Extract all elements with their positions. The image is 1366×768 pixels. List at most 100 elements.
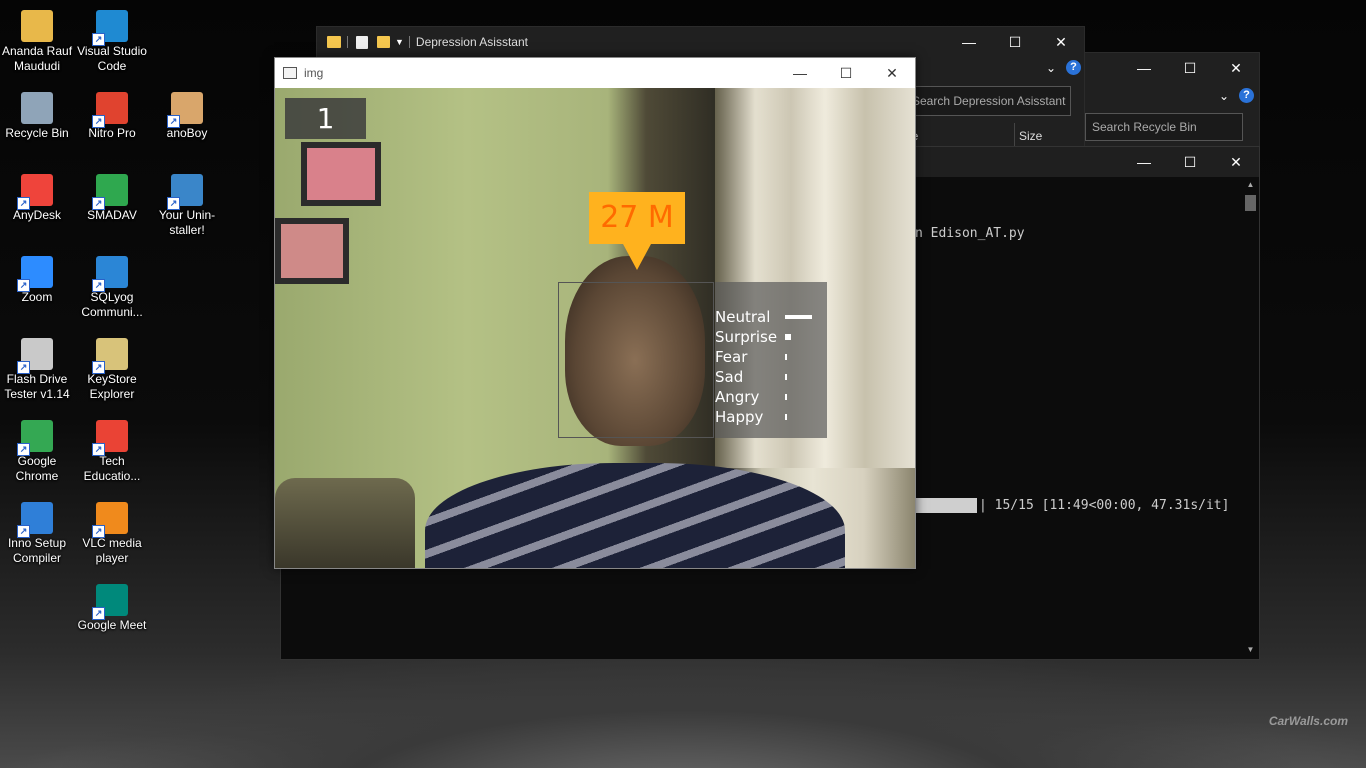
ribbon-expand-chevron-icon[interactable]: ⌄ xyxy=(1046,61,1056,75)
emotion-bar xyxy=(785,374,787,380)
sofa xyxy=(275,478,415,568)
folder-icon xyxy=(327,36,341,48)
desktop-icon[interactable]: ↗ Zoom xyxy=(0,256,74,305)
minimize-button[interactable]: — xyxy=(777,58,823,88)
desktop-icon-label: Google Chrome xyxy=(15,454,59,483)
toolbar-separator xyxy=(347,36,348,48)
desktop-icon[interactable]: Recycle Bin xyxy=(0,92,74,141)
progress-bar xyxy=(915,498,977,513)
properties-icon[interactable] xyxy=(356,35,368,49)
search-placeholder: Search Depression Asisstant xyxy=(912,94,1066,108)
desktop-icon-label: Your Unin-staller! xyxy=(158,208,216,237)
close-button[interactable]: ✕ xyxy=(1213,53,1259,83)
maximize-button[interactable]: ☐ xyxy=(1167,147,1213,177)
smadav-icon: ↗ xyxy=(92,174,128,210)
desktop-icon[interactable]: Ananda Rauf Maududi xyxy=(0,10,74,74)
desktop-icon[interactable]: ↗ VLC media player xyxy=(75,502,149,566)
desktop-icon[interactable]: ↗ Visual Studio Code xyxy=(75,10,149,74)
emotion-label: Surprise xyxy=(715,328,778,346)
desktop-icon[interactable]: ↗ Tech Educatio... xyxy=(75,420,149,484)
desktop-icon-label: Recycle Bin xyxy=(5,126,69,140)
desktop-icon[interactable]: ↗ anoBoy xyxy=(150,92,224,141)
desktop-icon[interactable]: ↗ Flash Drive Tester v1.14 xyxy=(0,338,74,402)
vscode-icon: ↗ xyxy=(92,10,128,46)
close-button[interactable]: ✕ xyxy=(1038,27,1084,57)
age-gender-label: 27 M xyxy=(589,192,685,244)
window-title: img xyxy=(304,65,324,80)
search-placeholder: Search Recycle Bin xyxy=(1092,120,1197,134)
desktop-icon[interactable]: ↗ Inno Setup Compiler xyxy=(0,502,74,566)
scroll-up-arrow-icon[interactable]: ▲ xyxy=(1242,177,1259,193)
desktop-icon-label: Ananda Rauf Maududi xyxy=(1,44,73,73)
desktop-icon[interactable]: ↗ KeyStore Explorer xyxy=(75,338,149,402)
desktop-icon-label: Google Meet xyxy=(77,618,147,632)
new-folder-icon[interactable] xyxy=(377,36,390,48)
zoom-icon: ↗ xyxy=(17,256,53,292)
shortcut-arrow-icon: ↗ xyxy=(17,443,30,456)
console-line: n Edison_AT.py xyxy=(915,226,1025,241)
emotion-label: Angry xyxy=(715,388,760,406)
help-icon[interactable]: ? xyxy=(1239,88,1254,103)
desktop-icon-label: Zoom xyxy=(21,290,53,304)
emotion-label: Neutral xyxy=(715,308,771,326)
shortcut-arrow-icon: ↗ xyxy=(17,197,30,210)
desktop-icon[interactable]: ↗ SQLyog Communi... xyxy=(75,256,149,320)
vlc-icon: ↗ xyxy=(92,502,128,538)
explorer-search-input[interactable]: Search Depression Asisstant xyxy=(905,86,1071,116)
desktop-icon-label: anoBoy xyxy=(166,126,208,140)
desktop-icon-label: VLC media player xyxy=(82,536,142,565)
wall-picture-frame xyxy=(275,218,349,284)
scrollbar-thumb[interactable] xyxy=(1245,195,1256,211)
desktop-icon-label: Nitro Pro xyxy=(88,126,136,140)
desktop-icon[interactable]: ↗ Your Unin-staller! xyxy=(150,174,224,238)
desktop-icon[interactable]: ↗ SMADAV xyxy=(75,174,149,223)
recycle-bin-search-input[interactable]: Search Recycle Bin xyxy=(1085,113,1243,141)
flash-drive-icon: ↗ xyxy=(17,338,53,374)
watermark: CarWalls.com xyxy=(1268,714,1348,728)
emotion-list: Neutral Surprise Fear Sad Angry Happy xyxy=(715,307,827,427)
chrome-profile-icon: ↗ xyxy=(92,420,128,456)
maximize-button[interactable]: ☐ xyxy=(992,27,1038,57)
console-scrollbar[interactable]: ▲ ▼ xyxy=(1242,177,1259,658)
google-meet-icon: ↗ xyxy=(92,584,128,620)
emotion-bar xyxy=(785,315,812,319)
face-bounding-box xyxy=(558,282,714,438)
close-button[interactable]: ✕ xyxy=(869,58,915,88)
desktop-icon[interactable]: ↗ AnyDesk xyxy=(0,174,74,223)
sqlyog-icon: ↗ xyxy=(92,256,128,292)
column-header-size[interactable]: Size xyxy=(1019,129,1042,143)
desktop-icon-label: Flash Drive Tester v1.14 xyxy=(4,372,70,401)
toolbar-separator xyxy=(408,36,410,48)
help-icon[interactable]: ? xyxy=(1066,60,1081,75)
inno-setup-icon: ↗ xyxy=(17,502,53,538)
emotion-row: Fear xyxy=(715,347,827,367)
scroll-down-arrow-icon[interactable]: ▼ xyxy=(1242,642,1259,658)
close-button[interactable]: ✕ xyxy=(1213,147,1259,177)
minimize-button[interactable]: — xyxy=(1121,53,1167,83)
maximize-button[interactable]: ☐ xyxy=(1167,53,1213,83)
nitro-pro-icon: ↗ xyxy=(92,92,128,128)
desktop-icon-label: KeyStore Explorer xyxy=(87,372,137,401)
app-window-icon xyxy=(283,66,297,79)
chrome-icon: ↗ xyxy=(17,420,53,456)
desktop-icon[interactable]: ↗ Google Chrome xyxy=(0,420,74,484)
shortcut-arrow-icon: ↗ xyxy=(92,115,105,128)
frame-counter: 1 xyxy=(285,98,366,139)
desktop-icon-label: SQLyog Communi... xyxy=(81,290,143,319)
desktop-icon[interactable]: ↗ Nitro Pro xyxy=(75,92,149,141)
progress-text: | 15/15 [11:49<00:00, 47.31s/it] xyxy=(979,498,1230,513)
quick-access-dropdown-icon[interactable]: ▼ xyxy=(395,37,404,47)
desktop-icon[interactable]: ↗ Google Meet xyxy=(75,584,149,633)
desktop-icon-label: SMADAV xyxy=(87,208,137,222)
age-label-pointer-icon xyxy=(623,244,651,270)
img-window: img — ☐ ✕ 1 27 M Neutral Surprise Fear Sad A… xyxy=(274,57,916,569)
minimize-button[interactable]: — xyxy=(946,27,992,57)
minimize-button[interactable]: — xyxy=(1121,147,1167,177)
anoboy-icon: ↗ xyxy=(167,92,203,128)
shortcut-arrow-icon: ↗ xyxy=(167,197,180,210)
emotion-label: Fear xyxy=(715,348,748,366)
ribbon-expand-chevron-icon[interactable]: ⌄ xyxy=(1219,89,1229,103)
shortcut-arrow-icon: ↗ xyxy=(92,33,105,46)
wall-picture-frame xyxy=(301,142,381,206)
maximize-button[interactable]: ☐ xyxy=(823,58,869,88)
